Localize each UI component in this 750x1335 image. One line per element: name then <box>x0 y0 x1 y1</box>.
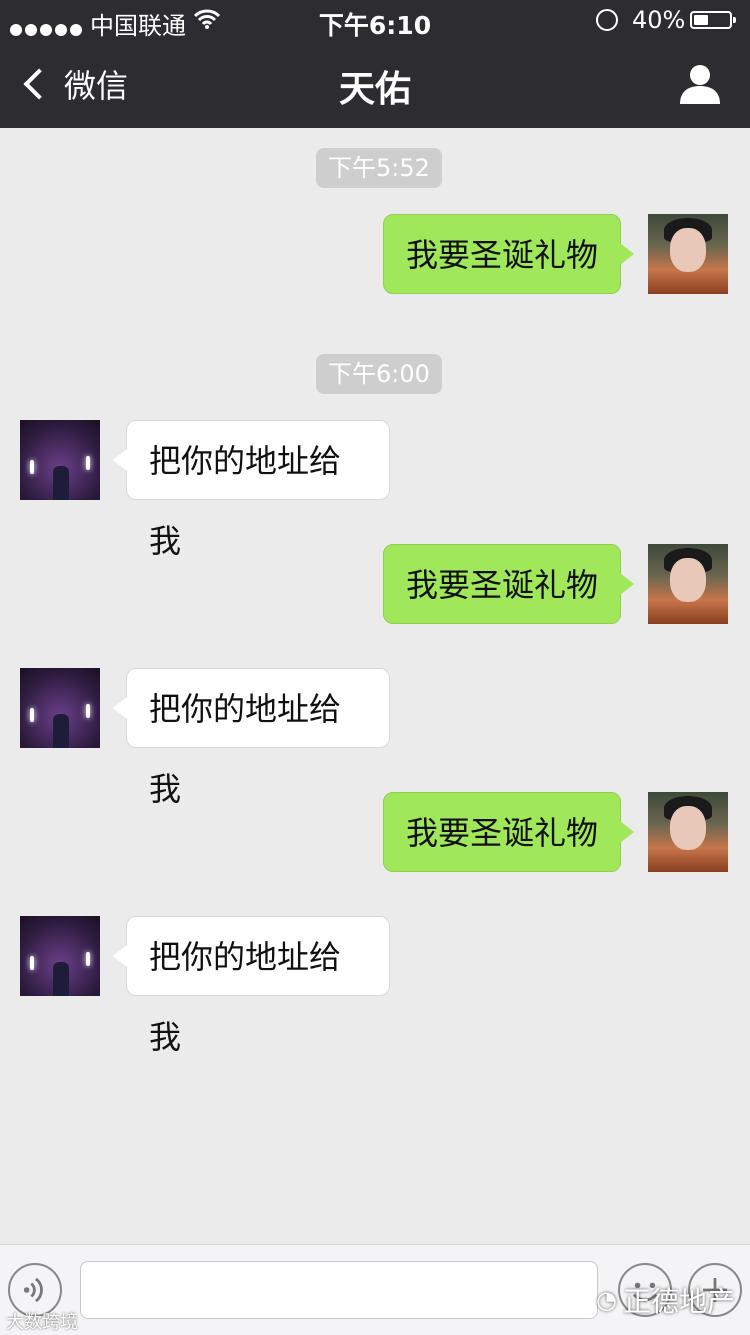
message-input[interactable] <box>80 1261 598 1319</box>
profile-icon[interactable] <box>678 62 722 106</box>
my-avatar[interactable] <box>648 792 728 872</box>
outgoing-message[interactable]: 我要圣诞礼物 <box>383 544 634 624</box>
status-bar: 中国联通 下午6:10 40% <box>0 0 750 40</box>
watermark-left: 大数跨境 <box>6 1312 78 1333</box>
wechat-logo-icon: ◔ <box>596 1286 617 1314</box>
incoming-message[interactable]: 把你的地址给我 <box>113 916 390 1056</box>
contact-avatar[interactable] <box>20 668 100 748</box>
rotation-lock-icon <box>596 9 618 31</box>
outgoing-message[interactable]: 我要圣诞礼物 <box>383 214 634 294</box>
battery-icon <box>690 11 736 29</box>
watermark-right-text: 正德地产 <box>622 1285 735 1318</box>
chat-title: 天佑 <box>338 69 411 110</box>
my-avatar[interactable] <box>648 544 728 624</box>
outgoing-message[interactable]: 我要圣诞礼物 <box>383 792 634 872</box>
incoming-message[interactable]: 把你的地址给我 <box>113 668 390 808</box>
header: 中国联通 下午6:10 40% 微信 天佑 <box>0 0 750 128</box>
watermark-right: ◔ 正德地产 <box>596 1280 735 1320</box>
battery-percent: 40% <box>632 6 686 34</box>
contact-avatar[interactable] <box>20 420 100 500</box>
message-timestamp: 下午5:52 <box>316 148 442 188</box>
battery-fill <box>694 15 708 25</box>
message-timestamp: 下午6:00 <box>316 354 442 394</box>
my-avatar[interactable] <box>648 214 728 294</box>
contact-avatar[interactable] <box>20 916 100 996</box>
incoming-message[interactable]: 把你的地址给我 <box>113 420 390 560</box>
